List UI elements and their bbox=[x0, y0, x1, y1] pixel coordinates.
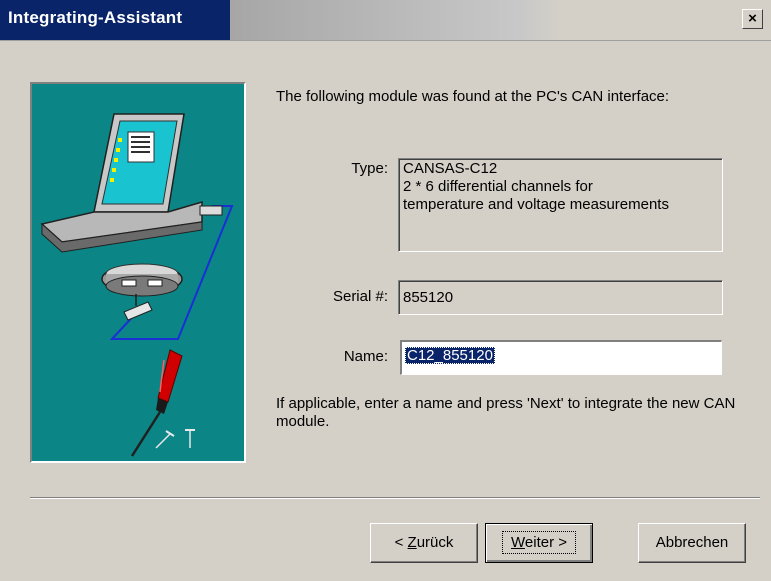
separator bbox=[30, 497, 760, 499]
back-button-rest: urück bbox=[416, 534, 454, 551]
integrating-assistant-dialog: Integrating-Assistant × The following mo… bbox=[0, 0, 771, 581]
next-button[interactable]: Weiter > bbox=[485, 523, 593, 563]
screwdriver-icon bbox=[130, 349, 183, 457]
title-bar[interactable]: Integrating-Assistant × bbox=[0, 0, 771, 41]
back-button[interactable]: < Zurück bbox=[370, 523, 478, 563]
cancel-button[interactable]: Abbrechen bbox=[638, 523, 746, 563]
name-input-selected-text: C12_855120 bbox=[405, 347, 495, 364]
name-label: Name: bbox=[343, 348, 388, 365]
next-button-mnemonic: W bbox=[511, 534, 525, 551]
name-input[interactable]: C12_855120 bbox=[400, 340, 722, 375]
next-button-focus: Weiter > bbox=[502, 531, 576, 554]
next-button-rest: eiter > bbox=[524, 534, 567, 551]
can-module-icon bbox=[101, 263, 183, 321]
type-line: 2 * 6 differential channels for bbox=[403, 178, 593, 195]
serial-field: 855120 bbox=[398, 280, 723, 315]
back-button-prefix: < bbox=[394, 534, 408, 551]
type-field: CANSAS-C12 2 * 6 differential channels f… bbox=[398, 158, 723, 252]
type-label: Type: bbox=[351, 160, 388, 177]
back-button-mnemonic: Z bbox=[407, 534, 417, 551]
wizard-illustration bbox=[30, 82, 246, 463]
laptop-icon bbox=[40, 113, 223, 253]
wizard-illustration-art bbox=[40, 113, 234, 457]
type-line: CANSAS-C12 bbox=[403, 160, 498, 177]
intro-text: The following module was found at the PC… bbox=[276, 88, 670, 105]
pin-icon bbox=[185, 429, 195, 448]
close-button[interactable]: × bbox=[742, 9, 763, 29]
window-title: Integrating-Assistant bbox=[8, 8, 183, 27]
close-icon: × bbox=[748, 10, 757, 27]
serial-label: Serial #: bbox=[332, 288, 388, 305]
nail-icon bbox=[155, 430, 175, 449]
hint-text: If applicable, enter a name and press 'N… bbox=[276, 395, 736, 430]
type-line: temperature and voltage measurements bbox=[403, 196, 669, 213]
